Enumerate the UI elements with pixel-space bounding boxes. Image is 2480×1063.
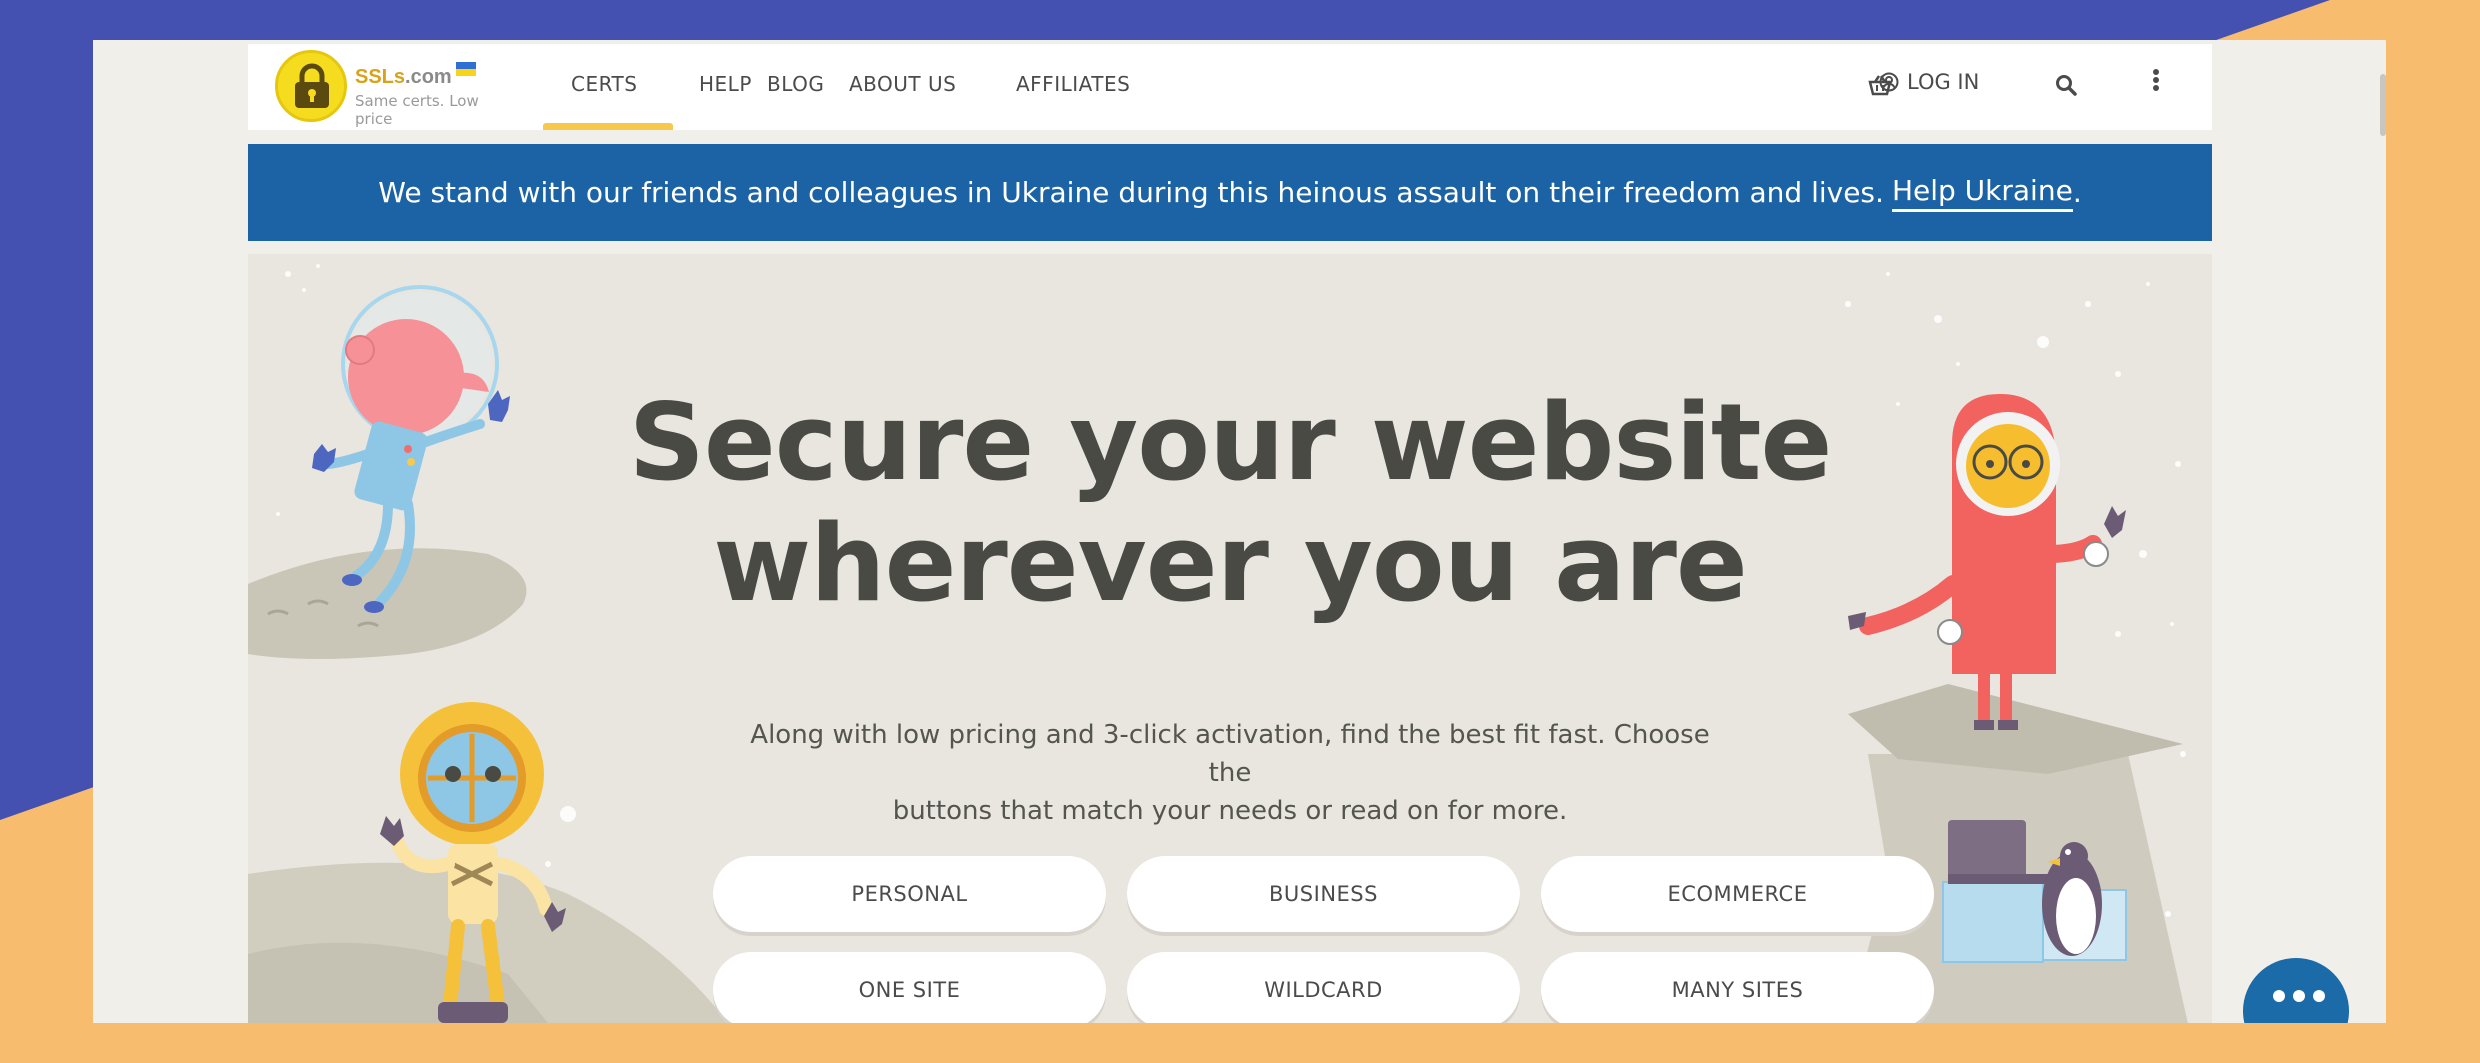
category-ecommerce-button[interactable]: ECOMMERCE: [1541, 856, 1934, 932]
hero-subtitle: Along with low pricing and 3-click activ…: [730, 716, 1730, 830]
chat-dots-icon: [2273, 990, 2325, 1002]
category-wildcard-button[interactable]: WILDCARD: [1127, 952, 1520, 1023]
ukraine-banner: We stand with our friends and colleagues…: [248, 144, 2212, 241]
banner-text: We stand with our friends and colleagues…: [378, 176, 1884, 209]
category-business-button[interactable]: BUSINESS: [1127, 856, 1520, 932]
vertical-dots-icon[interactable]: [2152, 68, 2160, 94]
hero-subtitle-line2: buttons that match your needs or read on…: [892, 796, 1568, 826]
nav-item-affiliates[interactable]: AFFILIATES: [1016, 72, 1130, 96]
hero-section: Secure your website wherever you are Alo…: [248, 254, 2212, 1023]
category-many-sites-button[interactable]: MANY SITES: [1541, 952, 1934, 1023]
category-personal-button[interactable]: PERSONAL: [713, 856, 1106, 932]
nav-active-indicator: [543, 123, 673, 130]
browser-window: SSLs.com Same certs. Low price CERTS HEL…: [93, 40, 2386, 1023]
nav-item-help[interactable]: HELP: [699, 72, 752, 96]
help-ukraine-link[interactable]: Help Ukraine: [1891, 174, 2073, 212]
login-label: LOG IN: [1907, 70, 1980, 94]
scrollbar[interactable]: [2380, 74, 2386, 136]
hero-title-line2: wherever you are: [713, 502, 1748, 625]
top-nav: SSLs.com Same certs. Low price CERTS HEL…: [248, 44, 2212, 130]
search-icon[interactable]: [2055, 74, 2077, 96]
login-button[interactable]: LOG IN: [1879, 70, 1979, 94]
brand-tagline: Same certs. Low price: [355, 92, 479, 128]
chat-button[interactable]: [2243, 958, 2349, 1023]
brand-name: SSLs.com: [355, 66, 452, 88]
banner-period: .: [2072, 176, 2082, 209]
hero-title: Secure your website wherever you are: [248, 382, 2212, 624]
nav-item-certs[interactable]: CERTS: [571, 72, 637, 96]
nav-item-blog[interactable]: BLOG: [767, 72, 824, 96]
category-one-site-button[interactable]: ONE SITE: [713, 952, 1106, 1023]
ukraine-flag-icon: [456, 62, 476, 76]
hero-title-line1: Secure your website: [628, 381, 1833, 504]
logo[interactable]: SSLs.com Same certs. Low price: [275, 48, 515, 128]
nav-item-about-us[interactable]: ABOUT US: [849, 72, 956, 96]
padlock-icon: [275, 50, 347, 122]
user-circle-icon: [1879, 72, 1899, 92]
hero-subtitle-line1: Along with low pricing and 3-click activ…: [750, 720, 1710, 788]
